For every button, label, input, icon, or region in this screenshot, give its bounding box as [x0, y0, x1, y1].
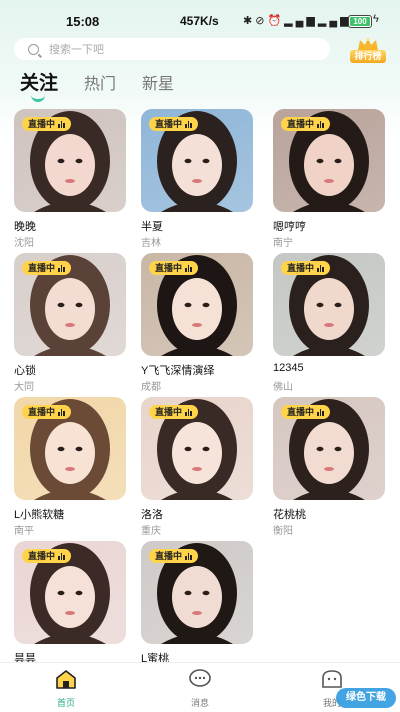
live-badge-label: 直播中: [155, 263, 183, 273]
tab-new-stars[interactable]: 新星: [142, 70, 174, 94]
network-speed: 457K/s: [180, 14, 219, 28]
rank-label: 排行榜: [350, 50, 386, 63]
live-badge: 直播中: [281, 261, 330, 275]
alarm-icon: ⏰: [267, 15, 285, 27]
live-badge-label: 直播中: [28, 119, 56, 129]
live-bars-icon: [317, 120, 324, 128]
streamer-thumbnail[interactable]: 直播中: [273, 397, 385, 500]
live-bars-icon: [58, 552, 65, 560]
search-bar[interactable]: 搜索一下吧: [14, 38, 330, 60]
live-badge-label: 直播中: [287, 119, 315, 129]
streamer-thumbnail[interactable]: 直播中: [141, 109, 253, 212]
live-badge-label: 直播中: [28, 551, 56, 561]
live-badge: 直播中: [149, 261, 198, 275]
streamer-city: 大同: [14, 382, 34, 393]
streamer-thumbnail[interactable]: 直播中: [273, 253, 385, 356]
live-badge: 直播中: [22, 405, 71, 419]
mute-icon: ⊘: [255, 15, 268, 27]
search-icon: [28, 43, 39, 55]
streamer-city: 南宁: [273, 238, 293, 249]
status-time: 15:08: [66, 14, 100, 29]
streamer-name: 半夏: [141, 221, 163, 233]
live-bars-icon: [185, 120, 192, 128]
signal-hd2-icon: ▂▄▆: [317, 15, 352, 27]
battery-level: 100: [353, 17, 367, 26]
live-badge-label: 直播中: [28, 407, 56, 417]
bluetooth-icon: ✱: [243, 15, 256, 27]
live-badge-label: 直播中: [287, 407, 315, 417]
streamer-thumbnail[interactable]: 直播中: [141, 397, 253, 500]
streamer-city: 南平: [14, 526, 34, 537]
streamer-thumbnail[interactable]: 直播中: [141, 541, 253, 644]
streamer-thumbnail[interactable]: 直播中: [14, 397, 126, 500]
nav-messages-label: 消息: [190, 698, 209, 708]
profile-icon: [322, 670, 342, 688]
live-badge: 直播中: [22, 117, 71, 131]
streamer-name: 嗯哼哼: [273, 221, 306, 233]
live-bars-icon: [185, 408, 192, 416]
nav-messages[interactable]: 消息: [170, 669, 230, 709]
live-bars-icon: [317, 264, 324, 272]
status-icons: ✱⊘⏰▂▄▆▂▄▆≋: [243, 14, 364, 27]
live-badge: 直播中: [149, 405, 198, 419]
streamer-thumbnail[interactable]: 直播中: [273, 109, 385, 212]
watermark-logo: 绿色下载: [336, 688, 396, 708]
active-tab-indicator: [31, 93, 45, 102]
nav-home[interactable]: 首页: [36, 669, 96, 709]
live-bars-icon: [58, 120, 65, 128]
live-badge-label: 直播中: [155, 551, 183, 561]
streamer-name: 心锁: [14, 365, 36, 377]
battery-icon: 100: [348, 15, 372, 28]
live-badge-label: 直播中: [28, 263, 56, 273]
streamer-thumbnail[interactable]: 直播中: [14, 541, 126, 644]
streamer-city: 重庆: [141, 526, 161, 537]
tab-popular[interactable]: 热门: [84, 70, 116, 94]
streamer-city: 成都: [141, 382, 161, 393]
live-bars-icon: [185, 264, 192, 272]
live-badge: 直播中: [22, 261, 71, 275]
streamer-thumbnail[interactable]: 直播中: [14, 253, 126, 356]
live-bars-icon: [58, 408, 65, 416]
streamer-city: 衡阳: [273, 526, 293, 537]
streamer-name: Y飞飞深情演绎: [141, 365, 215, 377]
live-bars-icon: [317, 408, 324, 416]
rank-button[interactable]: 排行榜: [350, 38, 386, 64]
nav-home-label: 首页: [56, 698, 75, 708]
live-badge: 直播中: [281, 405, 330, 419]
streamer-city: 佛山: [273, 382, 293, 393]
signal-hd-icon: ▂▄▆: [284, 15, 318, 27]
streamer-thumbnail[interactable]: 直播中: [14, 109, 126, 212]
streamer-name: 洛洛: [141, 509, 163, 521]
live-badge-label: 直播中: [155, 407, 183, 417]
crown-icon: [358, 38, 378, 50]
message-icon: [189, 669, 211, 687]
search-placeholder: 搜索一下吧: [49, 44, 104, 56]
streamer-thumbnail[interactable]: 直播中: [141, 253, 253, 356]
live-badge: 直播中: [281, 117, 330, 131]
live-badge: 直播中: [149, 117, 198, 131]
streamer-name: 晚晚: [14, 221, 36, 233]
home-icon: [56, 670, 76, 689]
live-badge-label: 直播中: [155, 119, 183, 129]
live-badge-label: 直播中: [287, 263, 315, 273]
streamer-city: 吉林: [141, 238, 161, 249]
live-badge: 直播中: [22, 549, 71, 563]
live-badge: 直播中: [149, 549, 198, 563]
streamer-name: 12345: [273, 362, 304, 374]
live-bars-icon: [58, 264, 65, 272]
status-bar: 15:08 457K/s ✱⊘⏰▂▄▆▂▄▆≋ 100 ϟ: [0, 0, 400, 42]
charging-icon: ϟ: [373, 13, 379, 25]
live-bars-icon: [185, 552, 192, 560]
streamer-city: 沈阳: [14, 238, 34, 249]
streamer-name: 花桃桃: [273, 509, 306, 521]
tab-following[interactable]: 关注: [20, 68, 58, 95]
streamer-name: L小熊软糖: [14, 509, 65, 521]
